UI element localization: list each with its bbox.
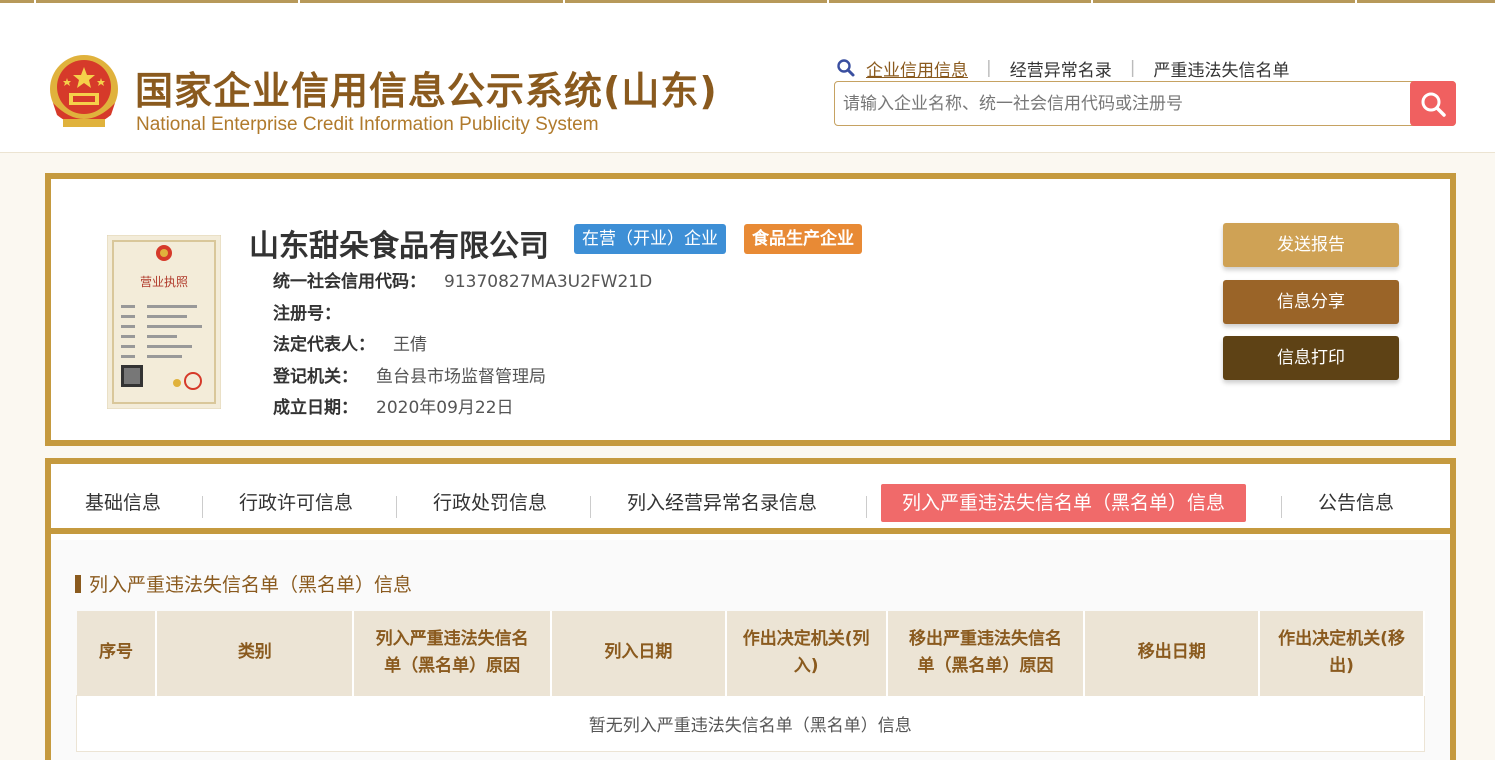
credit-code-value: 91370827MA3U2FW21D (444, 272, 653, 292)
legal-rep-value: 王倩 (393, 335, 427, 355)
empty-message: 暂无列入严重违法失信名单（黑名单）信息 (76, 694, 1425, 752)
tab-bar: 基础信息 行政许可信息 行政处罚信息 列入经营异常名录信息 列入严重违法失信名单… (51, 464, 1450, 534)
license-title: 营业执照 (140, 275, 188, 289)
credit-code-row: 统一社会信用代码： 91370827MA3U2FW21D (273, 267, 652, 292)
column-header: 移出日期 (1084, 611, 1261, 695)
reg-no-label: 注册号： (273, 304, 341, 324)
search-input[interactable] (843, 82, 1403, 125)
column-header: 作出决定机关(列入) (725, 611, 888, 695)
type-badge: 食品生产企业 (744, 224, 862, 254)
column-header: 列入严重违法失信名单（黑名单）原因 (353, 611, 552, 695)
topnav-separator: | (986, 58, 992, 78)
founded-value: 2020年09月22日 (376, 398, 514, 418)
section-title: 列入严重违法失信名单（黑名单）信息 (75, 570, 412, 597)
company-name: 山东甜朵食品有限公司 (249, 229, 549, 264)
tab-separator (396, 496, 397, 518)
authority-value: 鱼台县市场监督管理局 (376, 367, 546, 387)
tab-basic-info[interactable]: 基础信息 (81, 484, 165, 522)
topnav-abnormal-list[interactable]: 经营异常名录 (1010, 56, 1112, 81)
legal-rep-label: 法定代表人： (273, 335, 375, 355)
detail-panel: 基础信息 行政许可信息 行政处罚信息 列入经营异常名录信息 列入严重违法失信名单… (45, 458, 1456, 760)
tab-separator (866, 496, 867, 518)
site-header: 国家企业信用信息公示系统(山东) National Enterprise Cre… (0, 3, 1495, 153)
tab-separator (590, 496, 591, 518)
column-header: 作出决定机关(移出) (1259, 611, 1425, 695)
company-card: 营业执照 山东甜朵食品有限公司 在营（开业）企业 食品生产企业 统一社会信用代码… (45, 173, 1456, 446)
blacklist-table: 序号 类别 列入严重违法失信名单（黑名单）原因 列入日期 作出决定机关(列入) … (76, 611, 1425, 752)
column-header: 类别 (156, 611, 355, 695)
national-emblem-icon (50, 55, 118, 127)
topnav-blacklist[interactable]: 严重违法失信名单 (1153, 56, 1289, 81)
tab-admin-penalty[interactable]: 行政处罚信息 (429, 484, 551, 522)
reg-no-row: 注册号： (273, 299, 359, 324)
site-subtitle: National Enterprise Credit Information P… (136, 114, 599, 135)
table-header-row: 序号 类别 列入严重违法失信名单（黑名单）原因 列入日期 作出决定机关(列入) … (76, 611, 1425, 695)
table-row: 暂无列入严重违法失信名单（黑名单）信息 (76, 694, 1425, 752)
tab-abnormal-list[interactable]: 列入经营异常名录信息 (623, 484, 821, 522)
authority-row: 登记机关： 鱼台县市场监督管理局 (273, 362, 546, 387)
tab-content: 列入严重违法失信名单（黑名单）信息 序号 类别 列入严重违法失信名单（黑名单）原… (51, 540, 1450, 760)
search-icon (837, 59, 855, 77)
business-license-image: 营业执照 (107, 235, 221, 409)
share-info-button[interactable]: 信息分享 (1223, 280, 1399, 324)
tab-announcements[interactable]: 公告信息 (1314, 484, 1398, 522)
tab-separator (1281, 496, 1282, 518)
top-navigation: 企业信用信息 | 经营异常名录 | 严重违法失信名单 (836, 55, 1289, 81)
column-header: 移出严重违法失信名单（黑名单）原因 (886, 611, 1086, 695)
founded-label: 成立日期： (273, 398, 358, 418)
site-title: 国家企业信用信息公示系统(山东) (135, 69, 718, 113)
print-info-button[interactable]: 信息打印 (1223, 336, 1399, 380)
column-header: 序号 (76, 611, 158, 695)
credit-code-label: 统一社会信用代码： (273, 272, 426, 292)
search-box (834, 81, 1456, 126)
send-report-button[interactable]: 发送报告 (1223, 223, 1399, 267)
column-header: 列入日期 (550, 611, 727, 695)
authority-label: 登记机关： (273, 367, 358, 387)
search-icon (1421, 92, 1446, 117)
tab-blacklist[interactable]: 列入严重违法失信名单（黑名单）信息 (881, 484, 1247, 522)
section-title-text: 列入严重违法失信名单（黑名单）信息 (89, 574, 413, 596)
section-title-marker (75, 575, 81, 593)
founded-row: 成立日期： 2020年09月22日 (273, 393, 514, 418)
status-badge: 在营（开业）企业 (574, 224, 726, 254)
tab-admin-license[interactable]: 行政许可信息 (235, 484, 357, 522)
legal-rep-row: 法定代表人： 王倩 (273, 330, 427, 355)
search-button[interactable] (1410, 81, 1456, 126)
topnav-enterprise-credit[interactable]: 企业信用信息 (866, 56, 968, 81)
tab-separator (202, 496, 203, 518)
topnav-separator: | (1129, 58, 1136, 78)
